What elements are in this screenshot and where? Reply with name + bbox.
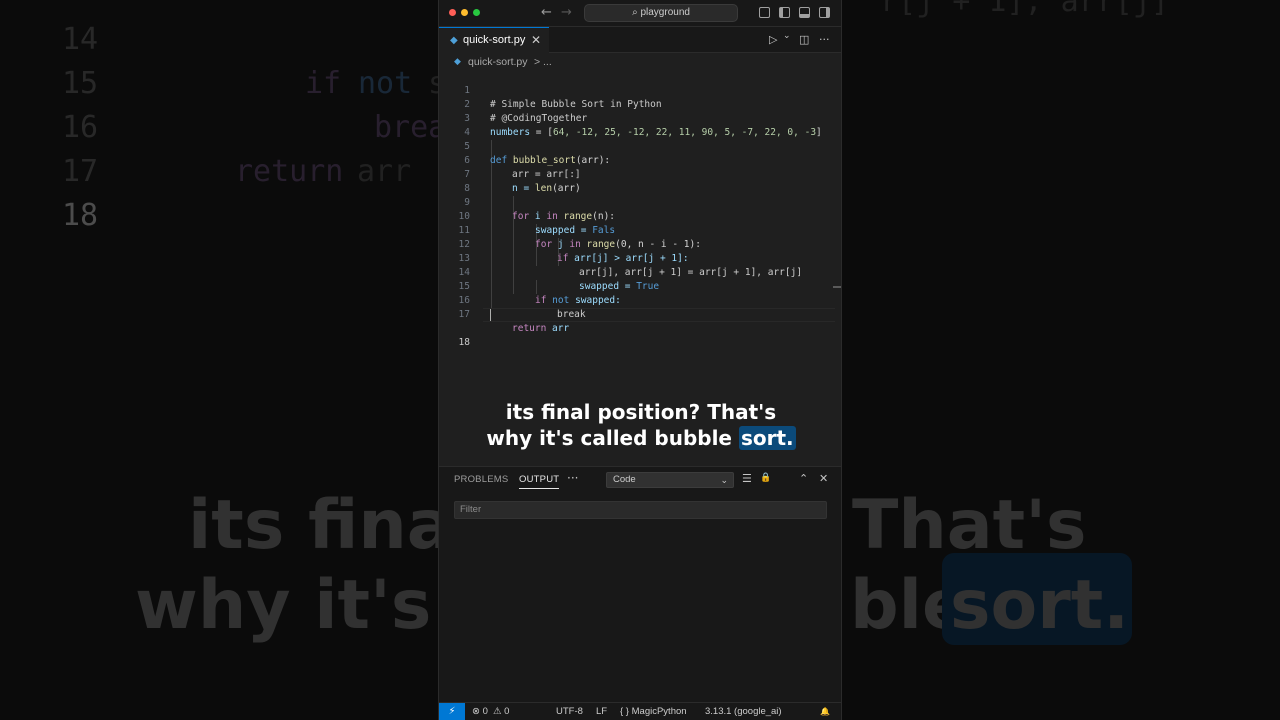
panel-more-icon[interactable]: ··· [567, 471, 578, 485]
overview-ruler-marker [833, 286, 841, 288]
code-line: 17 return arr [439, 294, 841, 334]
remote-indicator-icon[interactable]: ⚡ [439, 703, 465, 720]
code-line: 9 for i in range(n): [439, 182, 841, 222]
zoom-window-button[interactable] [473, 9, 480, 16]
clear-output-list-icon[interactable]: ☰ [742, 472, 752, 485]
more-actions-icon[interactable]: ··· [819, 33, 830, 46]
code-line: 13 arr[j], arr[j + 1] = arr[j + 1], arr[… [439, 238, 841, 278]
line-number: 18 [458, 337, 470, 348]
code-line: 8 [439, 168, 841, 194]
breadcrumb-separator: > [534, 56, 541, 68]
forward-arrow-icon[interactable]: → [561, 5, 572, 20]
code-line: 1 # Simple Bubble Sort in Python [439, 70, 841, 110]
code-line: 4 [439, 112, 841, 138]
caption-line-2: why it's called bubble sort. [439, 426, 841, 450]
close-panel-icon[interactable]: ✕ [819, 472, 828, 485]
breadcrumb-symbols[interactable]: ... [543, 56, 552, 68]
title-bar: ← → ⌕ playground [439, 0, 841, 27]
command-center-search[interactable]: ⌕ playground [584, 4, 738, 22]
code-line: 16 break [439, 280, 841, 320]
caption-text: why it's called bubble [486, 426, 739, 450]
split-editor-icon[interactable]: ◫ [799, 33, 809, 46]
toggle-panel-icon[interactable] [799, 7, 810, 18]
minimize-window-button[interactable] [461, 9, 468, 16]
output-channel-value: Code [613, 474, 636, 485]
close-tab-icon[interactable]: ✕ [531, 33, 541, 47]
lock-scroll-icon[interactable]: 🔒 [760, 473, 771, 483]
code-line: 14 swapped = True [439, 252, 841, 292]
python-interpreter[interactable]: 3.13.1 (google_ai) [705, 706, 782, 717]
close-window-button[interactable] [449, 9, 456, 16]
tab-bar: ◆ quick-sort.py ✕ ▷ ⌄ ◫ ··· [439, 27, 841, 53]
breadcrumb-file[interactable]: quick-sort.py [468, 56, 528, 68]
code-token: return [512, 323, 547, 334]
code-line: 5 def bubble_sort(arr): [439, 126, 841, 166]
code-line: 7 n = len(arr) [439, 154, 841, 194]
tab-label: quick-sort.py [463, 34, 526, 46]
code-line: 10 swapped = Fals [439, 196, 841, 236]
eol-indicator[interactable]: LF [596, 706, 607, 717]
code-line-current: 18 [439, 308, 841, 348]
caption-line-1: its final position? That's [505, 400, 777, 424]
back-arrow-icon[interactable]: ← [541, 5, 552, 20]
code-line: 15 if not swapped: [439, 266, 841, 306]
tab-problems[interactable]: PROBLEMS [454, 474, 508, 485]
toggle-secondary-sidebar-icon[interactable] [819, 7, 830, 18]
breadcrumb: ◆ quick-sort.py > ... [439, 53, 841, 71]
run-menu-chevron-icon[interactable]: ⌄ [783, 31, 791, 41]
tab-quick-sort-py[interactable]: ◆ quick-sort.py ✕ [439, 27, 549, 53]
maximize-panel-icon[interactable]: ⌃ [799, 472, 808, 485]
python-file-icon: ◆ [454, 56, 461, 66]
search-icon: ⌕ [632, 7, 638, 18]
customize-layout-icon[interactable] [759, 7, 770, 18]
code-line: 3 numbers = [64, -12, 25, -12, 22, 11, 9… [439, 98, 841, 138]
toggle-primary-sidebar-icon[interactable] [779, 7, 790, 18]
code-line: 2 # @CodingTogether [439, 84, 841, 124]
status-bar: ⚡ ⊗ 0 ⚠ 0 UTF-8 LF { } MagicPython 3.13.… [439, 702, 841, 720]
output-channel-select[interactable]: Code ⌄ [606, 472, 734, 488]
bell-icon[interactable]: 🔔 [820, 707, 830, 716]
encoding-indicator[interactable]: UTF-8 [556, 706, 583, 717]
bottom-panel: PROBLEMS OUTPUT ··· Code ⌄ ☰ 🔒 ⌃ ✕ Filte… [439, 466, 841, 702]
search-label: playground [640, 7, 690, 18]
text-cursor [490, 309, 491, 321]
python-file-icon: ◆ [450, 35, 458, 46]
language-mode[interactable]: { } MagicPython [620, 706, 687, 717]
code-line: 12 if arr[j] > arr[j + 1]: [439, 224, 841, 264]
code-text: return arr [512, 322, 569, 336]
caption-highlight-word: sort. [738, 426, 796, 450]
errors-count[interactable]: ⊗ 0 [472, 706, 488, 717]
code-line: 6 arr = arr[:] [439, 140, 841, 180]
code-token: arr [546, 323, 570, 334]
editor-window: ← → ⌕ playground ◆ quick-sort.py ✕ ▷ ⌄ ◫… [438, 0, 842, 720]
code-editor[interactable]: 1 # Simple Bubble Sort in Python 2 # @Co… [439, 70, 841, 348]
code-line: 11 for j in range(0, n - i - 1): [439, 210, 841, 250]
output-filter-input[interactable]: Filter [454, 501, 827, 519]
warnings-count[interactable]: ⚠ 0 [493, 706, 509, 717]
current-line-highlight [483, 308, 835, 322]
chevron-down-icon: ⌄ [720, 475, 728, 485]
tab-output[interactable]: OUTPUT [519, 474, 560, 489]
run-icon[interactable]: ▷ [769, 33, 777, 46]
